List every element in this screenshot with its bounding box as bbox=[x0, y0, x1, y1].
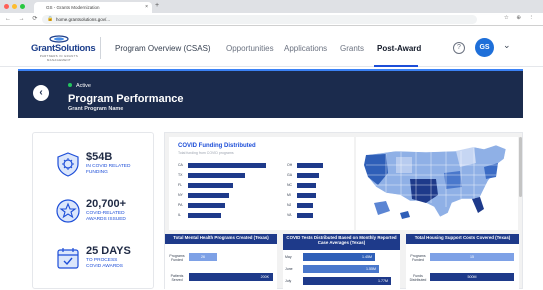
grantsolutions-logo[interactable]: GrantSolutions PARTNERS IN GRANTS MANAGE… bbox=[31, 35, 96, 62]
covid-tests-bar-june: 1.55M bbox=[303, 265, 379, 273]
bar-category-label: TX bbox=[178, 173, 183, 177]
covid-tests-bar-may: 1.45M bbox=[303, 253, 375, 261]
covid-tests-panel: COVID Tests Distributed Based on Monthly… bbox=[283, 234, 400, 290]
address-bar-row: ← → ⟳ ⌂ 🔒 home.grantsolutions.gov/... ☆ … bbox=[0, 13, 543, 26]
stats-card: $54B IN COVID RELATED FUNDING 20,700+ COV… bbox=[32, 132, 154, 289]
patients-served-bar: 200K bbox=[189, 273, 273, 281]
panel-title: COVID Tests Distributed Based on Monthly… bbox=[283, 234, 400, 250]
nav-program-overview[interactable]: Program Overview (CSAS) bbox=[115, 44, 211, 53]
status-dot-icon bbox=[68, 83, 72, 87]
window-controls[interactable] bbox=[4, 4, 25, 9]
stat-label: COVID-RELATED AWARDS ISSUED bbox=[86, 211, 126, 222]
status-text: Active bbox=[76, 83, 91, 89]
nav-divider bbox=[100, 37, 101, 59]
lock-icon: 🔒 bbox=[47, 16, 54, 22]
us-map-graphic bbox=[363, 144, 507, 219]
bar-category-label: NJ bbox=[287, 203, 292, 207]
browser-tab[interactable]: GS - Grants Modernization × bbox=[34, 2, 152, 13]
bar-category-label: OH bbox=[287, 163, 293, 167]
nav-grants[interactable]: Grants bbox=[340, 44, 364, 53]
stat-value: $54B bbox=[86, 151, 113, 163]
us-funding-map[interactable] bbox=[356, 137, 518, 230]
browser-extension-icons[interactable]: ☆ ⊕ ⋮ bbox=[504, 15, 537, 21]
bar-category-label: NC bbox=[287, 183, 293, 187]
housing-support-panel: Total Housing Support Costs Covered (Tex… bbox=[406, 234, 519, 290]
covid-tests-bar-july: 1.77M bbox=[303, 277, 391, 285]
chart-title: COVID Funding Distributed bbox=[178, 143, 256, 149]
nav-opportunities[interactable]: Opportunities bbox=[226, 44, 274, 53]
url-text: home.grantsolutions.gov/... bbox=[56, 17, 111, 22]
row-label: Patients Served bbox=[170, 274, 184, 282]
covid-funding-chart: COVID Funding Distributed Total funding … bbox=[169, 137, 354, 230]
housing-programs-bar: 15 bbox=[430, 253, 514, 261]
funding-bar[interactable] bbox=[188, 203, 225, 208]
funding-bar[interactable] bbox=[297, 173, 320, 178]
user-avatar[interactable]: GS bbox=[475, 38, 494, 57]
maximize-window-button[interactable] bbox=[20, 4, 25, 9]
page-title: Program Performance bbox=[68, 93, 184, 105]
logo-subtext: PARTNERS IN GRANTS MANAGEMENT bbox=[39, 54, 79, 62]
programs-funded-bar: 26 bbox=[189, 253, 217, 261]
stat-label: IN COVID RELATED FUNDING bbox=[86, 164, 131, 175]
help-icon[interactable]: ? bbox=[453, 42, 465, 54]
row-label: Funds Distributed bbox=[409, 274, 427, 282]
stat-value: 25 DAYS bbox=[86, 245, 131, 257]
funding-bar[interactable] bbox=[188, 213, 221, 218]
bar-category-label: PA bbox=[178, 203, 183, 207]
award-star-icon bbox=[56, 199, 80, 223]
app-header: GrantSolutions PARTNERS IN GRANTS MANAGE… bbox=[0, 27, 543, 67]
status-indicator: Active bbox=[68, 83, 91, 89]
logo-swoosh-icon bbox=[49, 35, 69, 43]
row-label: Programs Funded bbox=[410, 254, 426, 262]
banner-accent-stripe bbox=[18, 69, 523, 71]
bar-category-label: NY bbox=[178, 193, 183, 197]
back-button[interactable]: ‹ bbox=[33, 85, 49, 101]
funding-bar[interactable] bbox=[188, 193, 229, 198]
row-label: May bbox=[285, 255, 292, 259]
funding-bar[interactable] bbox=[297, 163, 323, 168]
minimize-window-button[interactable] bbox=[12, 4, 17, 9]
chart-subtitle: Total funding from COVID programs bbox=[178, 151, 234, 155]
bar-category-label: CA bbox=[178, 163, 183, 167]
row-label: June bbox=[285, 267, 293, 271]
bar-category-label: GA bbox=[287, 173, 293, 177]
bar-category-label: VA bbox=[287, 213, 292, 217]
bar-category-label: MI bbox=[287, 193, 291, 197]
dashboard-panel: COVID Funding Distributed Total funding … bbox=[164, 132, 523, 290]
nav-applications[interactable]: Applications bbox=[284, 44, 327, 53]
mental-health-panel: Total Mental Health Programs Created (Te… bbox=[165, 234, 277, 290]
funding-bar[interactable] bbox=[188, 163, 266, 168]
url-field[interactable]: 🔒 home.grantsolutions.gov/... bbox=[42, 15, 477, 24]
tab-title: GS - Grants Modernization bbox=[46, 5, 100, 10]
panel-title: Total Housing Support Costs Covered (Tex… bbox=[406, 234, 519, 244]
active-nav-indicator bbox=[374, 65, 418, 67]
funding-bar[interactable] bbox=[297, 203, 313, 208]
browser-tab-bar: GS - Grants Modernization × + bbox=[0, 0, 543, 13]
program-banner: ‹ Active Program Performance Grant Progr… bbox=[18, 69, 523, 118]
row-label: Programs Funded bbox=[169, 254, 185, 262]
page-subtitle: Grant Program Name bbox=[68, 106, 124, 112]
bar-category-label: FL bbox=[178, 183, 183, 187]
funding-bar[interactable] bbox=[188, 173, 246, 178]
close-window-button[interactable] bbox=[4, 4, 9, 9]
funding-bar[interactable] bbox=[297, 183, 317, 188]
logo-text: GrantSolutions bbox=[31, 43, 96, 54]
funding-bar[interactable] bbox=[297, 213, 313, 218]
row-label: July bbox=[285, 279, 292, 283]
panel-title: Total Mental Health Programs Created (Te… bbox=[165, 234, 277, 244]
chevron-down-icon[interactable]: ⌄ bbox=[503, 40, 511, 51]
funding-bar[interactable] bbox=[297, 193, 317, 198]
bar-category-label: IL bbox=[178, 213, 181, 217]
calendar-check-icon bbox=[57, 248, 79, 269]
virus-shield-icon bbox=[57, 152, 79, 177]
nav-post-award[interactable]: Post-Award bbox=[377, 44, 421, 53]
housing-funds-bar: 500M bbox=[430, 273, 514, 281]
stat-value: 20,700+ bbox=[86, 198, 127, 210]
funding-bar[interactable] bbox=[188, 183, 234, 188]
close-tab-icon[interactable]: × bbox=[145, 4, 148, 10]
new-tab-button[interactable]: + bbox=[155, 2, 159, 9]
map-scrollbar[interactable] bbox=[519, 137, 522, 197]
stat-label: TO PROCESS COVID AWARDS bbox=[86, 258, 123, 269]
